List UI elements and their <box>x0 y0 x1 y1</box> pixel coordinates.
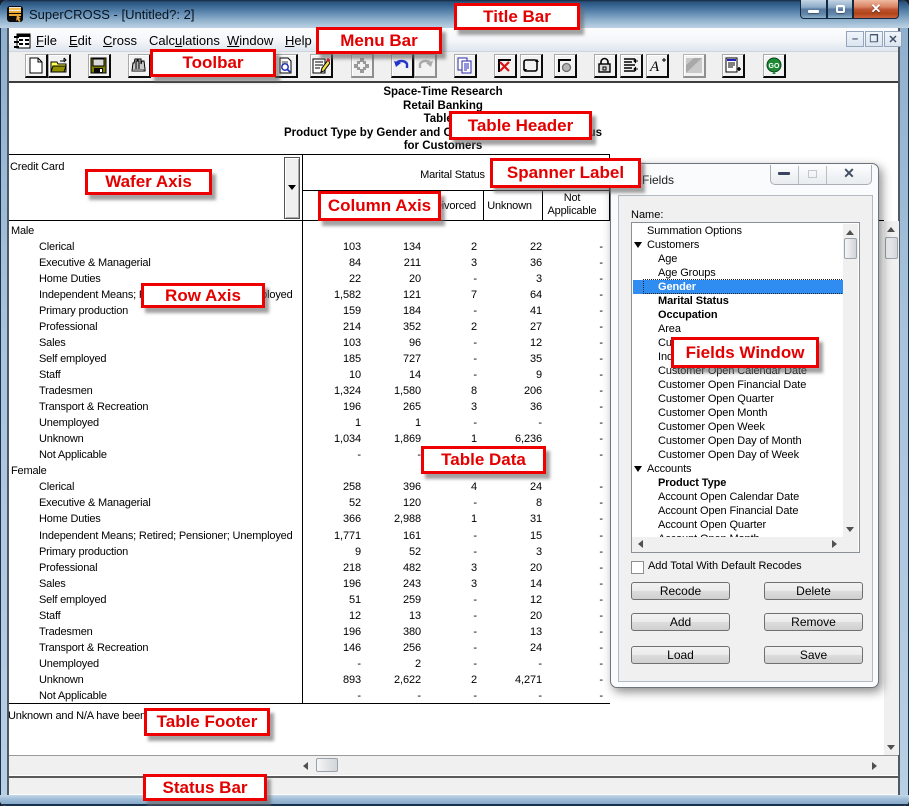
svg-text:GO: GO <box>769 63 780 70</box>
svg-text:A: A <box>649 59 660 74</box>
